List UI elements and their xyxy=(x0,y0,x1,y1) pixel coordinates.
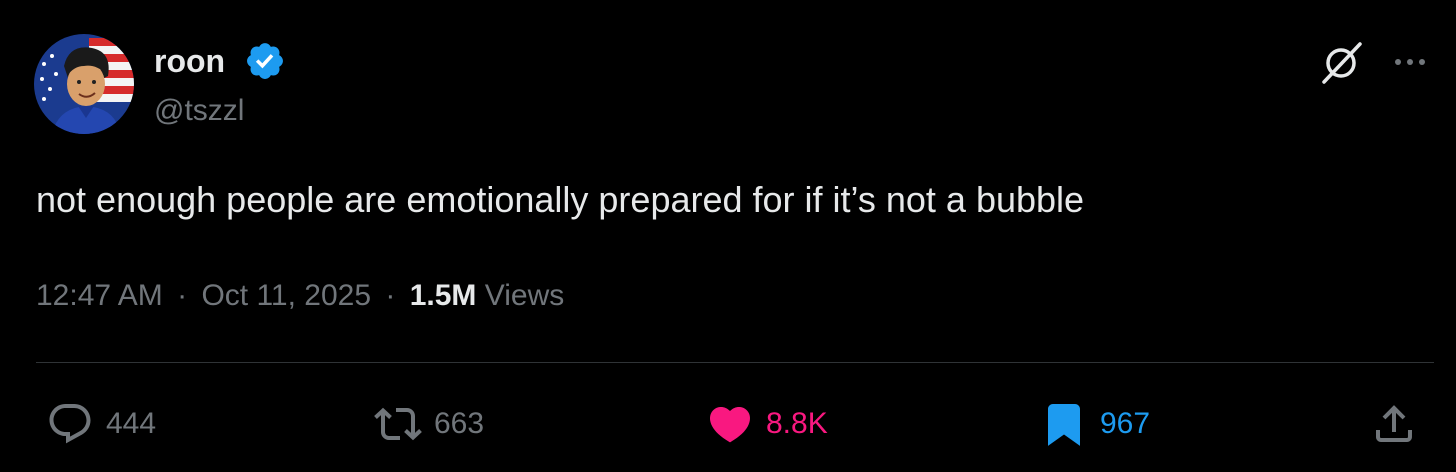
repost-button[interactable]: 663 xyxy=(374,400,484,448)
meta-separator: · xyxy=(177,279,188,312)
bookmark-icon xyxy=(1048,404,1080,446)
repost-count: 663 xyxy=(434,407,485,440)
tweet-card: roon @tszzl not enough people are emotio… xyxy=(0,0,1456,472)
bookmark-count: 967 xyxy=(1100,407,1151,440)
bookmark-button[interactable]: 967 xyxy=(1040,400,1150,448)
avatar[interactable] xyxy=(34,34,134,134)
repost-icon xyxy=(374,407,422,441)
reply-button[interactable]: 444 xyxy=(46,400,156,448)
share-button[interactable] xyxy=(1370,400,1418,448)
tweet-date[interactable]: Oct 11, 2025 xyxy=(201,279,371,312)
display-name[interactable]: roon xyxy=(154,38,225,84)
share-icon xyxy=(1376,405,1412,442)
reply-count: 444 xyxy=(106,407,157,440)
divider xyxy=(36,362,1434,363)
more-icon[interactable] xyxy=(1390,44,1430,80)
reply-icon xyxy=(49,404,91,444)
meta-separator: · xyxy=(385,279,396,312)
tweet-meta: 12:47 AM · Oct 11, 2025 · 1.5M Views xyxy=(36,274,564,318)
avatar-image xyxy=(34,34,134,134)
like-button[interactable]: 8.8K xyxy=(706,400,828,448)
user-handle[interactable]: @tszzl xyxy=(154,90,244,132)
tweet-text: not enough people are emotionally prepar… xyxy=(36,179,1085,220)
heart-icon xyxy=(709,407,751,443)
verified-badge-icon xyxy=(247,43,283,79)
tweet-time[interactable]: 12:47 AM xyxy=(36,279,163,312)
views-label: Views xyxy=(484,279,565,312)
views-count: 1.5M xyxy=(409,279,477,312)
like-count: 8.8K xyxy=(766,407,828,440)
grok-icon[interactable] xyxy=(1318,40,1364,86)
